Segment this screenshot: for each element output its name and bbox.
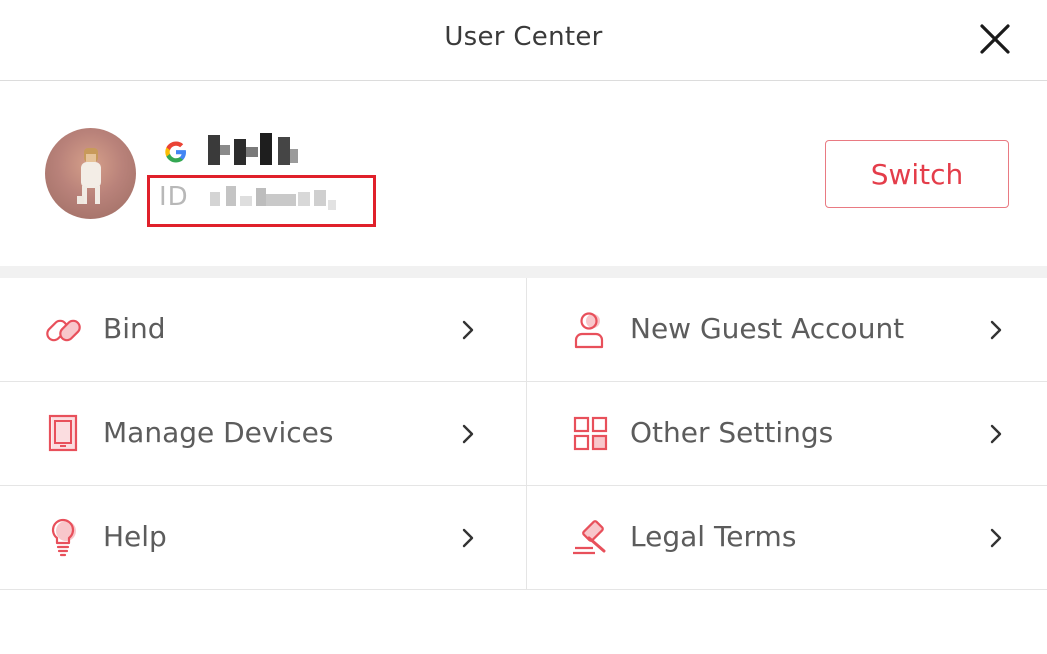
menu-item-label: Manage Devices [103,416,334,449]
menu-item-label: Help [103,520,167,553]
menu-item-new-guest-account[interactable]: New Guest Account [527,278,1047,382]
menu-item-label: Bind [103,312,166,345]
close-icon [980,24,1010,54]
menu-item-manage-devices[interactable]: Manage Devices [0,382,527,486]
chevron-right-icon [990,424,1002,444]
username-redacted [208,133,298,165]
device-icon [48,414,78,452]
menu-grid: Bind New Guest Account Manage Devices Ot… [0,278,1047,590]
menu-item-help[interactable]: Help [0,486,527,590]
user-id-redacted [210,186,336,210]
dog-photo [77,148,101,204]
menu-item-label: New Guest Account [630,312,905,345]
header-bar: User Center [0,0,1047,81]
gavel-icon [573,520,606,555]
chevron-right-icon [990,320,1002,340]
chevron-right-icon [462,528,474,548]
grid-settings-icon [573,416,608,451]
section-divider [0,266,1047,278]
switch-account-button[interactable]: Switch [825,140,1009,208]
chevron-right-icon [462,424,474,444]
avatar[interactable] [45,128,136,219]
user-id-label: ID [159,182,189,212]
lightbulb-icon [51,518,76,557]
google-icon [165,141,186,163]
menu-item-label: Other Settings [630,416,834,449]
chevron-right-icon [462,320,474,340]
guest-user-icon [574,312,604,349]
menu-item-label: Legal Terms [630,520,797,553]
page-title: User Center [444,22,603,52]
menu-item-other-settings[interactable]: Other Settings [527,382,1047,486]
menu-item-bind[interactable]: Bind [0,278,527,382]
chevron-right-icon [990,528,1002,548]
link-icon [46,319,81,342]
menu-item-legal-terms[interactable]: Legal Terms [527,486,1047,590]
close-button[interactable] [976,22,1016,58]
